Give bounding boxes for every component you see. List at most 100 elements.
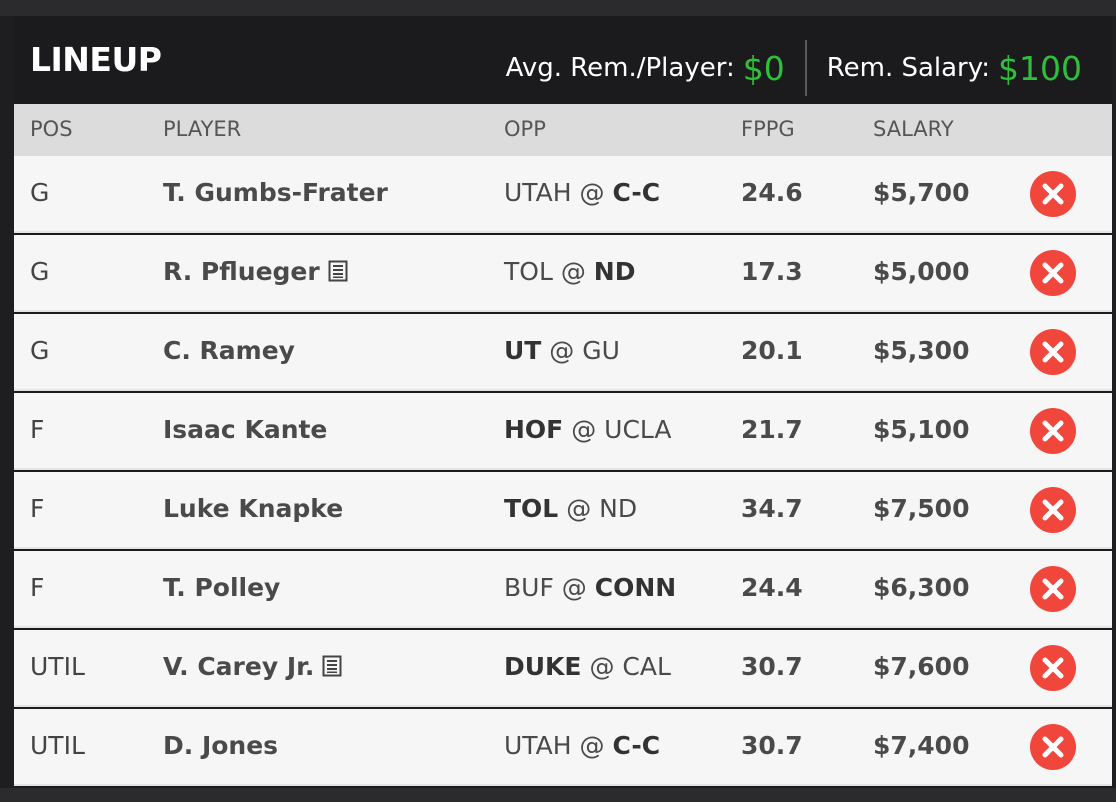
player-salary: $5,700 <box>873 178 970 207</box>
player-salary: $7,600 <box>873 652 970 681</box>
remove-player-icon <box>1042 736 1064 758</box>
player-salary: $6,300 <box>873 573 970 602</box>
matchup-separator: @ <box>571 731 613 760</box>
remove-player-icon <box>1042 420 1064 442</box>
avg-remaining-value: $0 <box>742 48 785 88</box>
remove-player-button[interactable] <box>1030 487 1076 533</box>
player-position: G <box>30 178 50 207</box>
away-team: UTAH <box>504 731 572 760</box>
remove-player-icon <box>1042 499 1064 521</box>
home-team: CAL <box>622 652 671 681</box>
lineup-panel: LINEUP Avg. Rem./Player: $0 Rem. Salary:… <box>14 16 1112 788</box>
player-name[interactable]: T. Polley <box>163 573 280 602</box>
player-fppg: 24.4 <box>741 573 803 602</box>
column-header-pos[interactable]: POS <box>30 117 73 141</box>
lineup-title: LINEUP <box>30 40 162 79</box>
remove-player-button[interactable] <box>1030 566 1076 612</box>
column-header-player[interactable]: PLAYER <box>163 117 241 141</box>
home-team: UCLA <box>604 415 672 444</box>
player-name[interactable]: Isaac Kante <box>163 415 327 444</box>
lineup-header: LINEUP Avg. Rem./Player: $0 Rem. Salary:… <box>14 16 1112 104</box>
player-name[interactable]: D. Jones <box>163 731 278 760</box>
table-row[interactable]: G C. Ramey UT @ GU 20.1 $5,300 <box>14 314 1112 391</box>
remove-player-icon <box>1042 657 1064 679</box>
table-row[interactable]: UTIL V. Carey Jr. DUKE @ CAL 30.7 $7,600 <box>14 630 1112 707</box>
player-fppg: 30.7 <box>741 731 803 760</box>
player-position: UTIL <box>30 731 85 760</box>
matchup-separator: @ <box>571 178 613 207</box>
remove-player-icon <box>1042 183 1064 205</box>
player-name-text[interactable]: V. Carey Jr. <box>163 652 314 681</box>
remove-player-icon <box>1042 262 1064 284</box>
player-name[interactable]: T. Gumbs-Frater <box>163 178 388 207</box>
player-position: F <box>30 494 45 523</box>
matchup-separator: @ <box>552 257 594 286</box>
player-name-text[interactable]: Isaac Kante <box>163 415 327 444</box>
player-fppg: 20.1 <box>741 336 803 365</box>
player-fppg: 30.7 <box>741 652 803 681</box>
player-opponent: TOL @ ND <box>504 494 637 523</box>
player-name-text[interactable]: Luke Knapke <box>163 494 343 523</box>
away-team: TOL <box>504 494 559 523</box>
remove-player-button[interactable] <box>1030 408 1076 454</box>
player-opponent: TOL @ ND <box>504 257 635 286</box>
bottom-border <box>0 788 1116 802</box>
home-team: ND <box>599 494 638 523</box>
column-header-opp[interactable]: OPP <box>504 117 546 141</box>
column-header-fppg[interactable]: FPPG <box>741 117 795 141</box>
away-team: UTAH <box>504 178 572 207</box>
player-position: G <box>30 336 50 365</box>
table-row[interactable]: F T. Polley BUF @ CONN 24.4 $6,300 <box>14 551 1112 628</box>
player-position: G <box>30 257 50 286</box>
player-salary: $7,500 <box>873 494 970 523</box>
player-opponent: UTAH @ C-C <box>504 178 660 207</box>
away-team: UT <box>504 336 542 365</box>
remove-player-button[interactable] <box>1030 645 1076 691</box>
remove-player-button[interactable] <box>1030 250 1076 296</box>
lineup-window: LINEUP Avg. Rem./Player: $0 Rem. Salary:… <box>0 0 1116 802</box>
remove-player-button[interactable] <box>1030 171 1076 217</box>
matchup-separator: @ <box>558 494 600 523</box>
table-row[interactable]: UTIL D. Jones UTAH @ C-C 30.7 $7,400 <box>14 709 1112 786</box>
player-name-text[interactable]: T. Polley <box>163 573 280 602</box>
player-name[interactable]: C. Ramey <box>163 336 295 365</box>
avg-remaining-label: Avg. Rem./Player: <box>505 53 735 83</box>
player-fppg: 24.6 <box>741 178 803 207</box>
player-name-text[interactable]: C. Ramey <box>163 336 295 365</box>
player-salary: $5,000 <box>873 257 970 286</box>
player-name-text[interactable]: R. Pflueger <box>163 257 320 286</box>
away-team: DUKE <box>504 652 582 681</box>
matchup-separator: @ <box>541 336 583 365</box>
remove-player-button[interactable] <box>1030 724 1076 770</box>
player-opponent: UTAH @ C-C <box>504 731 660 760</box>
player-name[interactable]: Luke Knapke <box>163 494 343 523</box>
away-team: BUF <box>504 573 554 602</box>
table-row[interactable]: F Isaac Kante HOF @ UCLA 21.7 $5,100 <box>14 393 1112 470</box>
remove-player-button[interactable] <box>1030 329 1076 375</box>
column-header-row: POS PLAYER OPP FPPG SALARY <box>14 104 1112 156</box>
table-row[interactable]: G T. Gumbs-Frater UTAH @ C-C 24.6 $5,700 <box>14 156 1112 233</box>
away-team: HOF <box>504 415 564 444</box>
table-row[interactable]: F Luke Knapke TOL @ ND 34.7 $7,500 <box>14 472 1112 549</box>
player-position: F <box>30 573 45 602</box>
home-team: ND <box>593 257 636 286</box>
table-row[interactable]: G R. Pflueger TOL @ ND 17.3 $5,000 <box>14 235 1112 312</box>
player-opponent: DUKE @ CAL <box>504 652 671 681</box>
player-opponent: BUF @ CONN <box>504 573 676 602</box>
home-team: GU <box>582 336 620 365</box>
player-name[interactable]: R. Pflueger <box>163 257 348 286</box>
player-name-text[interactable]: T. Gumbs-Frater <box>163 178 388 207</box>
column-header-salary[interactable]: SALARY <box>873 117 954 141</box>
player-news-icon[interactable] <box>322 655 342 677</box>
player-salary: $7,400 <box>873 731 970 760</box>
home-team: C-C <box>612 178 661 207</box>
player-name[interactable]: V. Carey Jr. <box>163 652 342 681</box>
player-name-text[interactable]: D. Jones <box>163 731 278 760</box>
remove-player-icon <box>1042 341 1064 363</box>
player-position: UTIL <box>30 652 85 681</box>
matchup-separator: @ <box>553 573 595 602</box>
player-news-icon[interactable] <box>328 260 348 282</box>
player-opponent: UT @ GU <box>504 336 620 365</box>
player-fppg: 34.7 <box>741 494 803 523</box>
player-salary: $5,300 <box>873 336 970 365</box>
